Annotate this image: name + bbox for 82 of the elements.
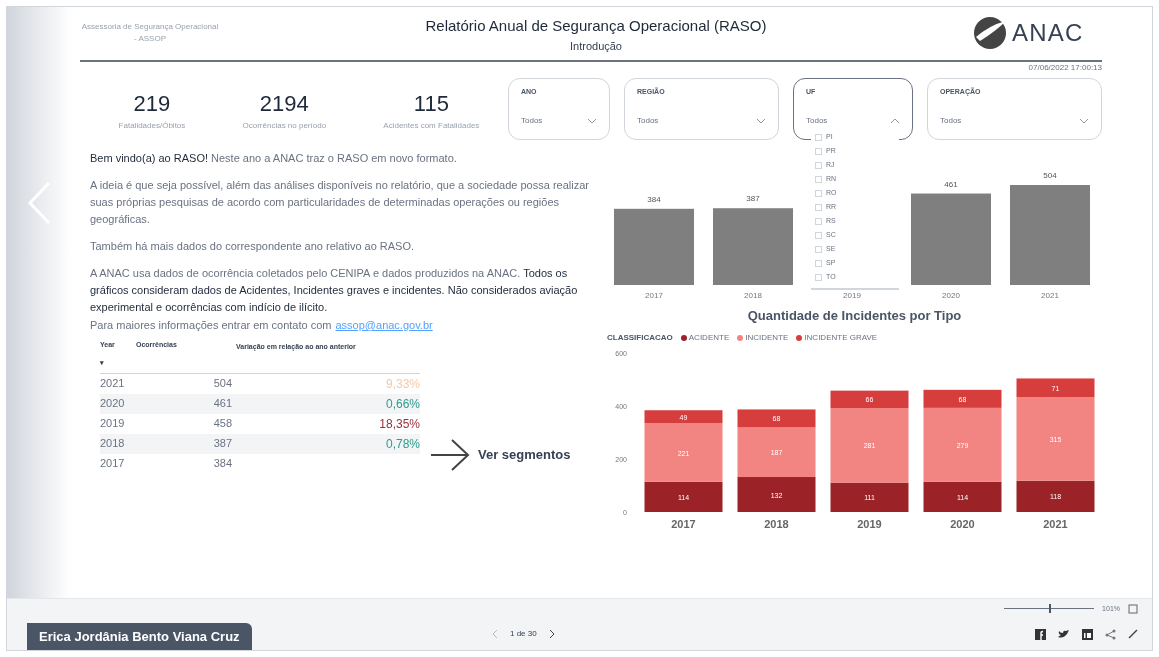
fullscreen-icon[interactable] xyxy=(1128,603,1138,614)
filter-value: Todos xyxy=(521,115,543,127)
chevron-icon xyxy=(1079,118,1089,124)
contact-text: Para maiores informações entrar em contato com xyxy=(90,318,332,333)
kpi-value: 2194 xyxy=(259,89,309,118)
checkbox[interactable] xyxy=(815,245,822,253)
legend-title: CLASSIFICACAO xyxy=(607,331,673,344)
report-subtitle: Introdução xyxy=(570,38,622,54)
report-title: Relatório Anual de Segurança Operacional (RASO) xyxy=(425,16,767,36)
twitter-icon[interactable] xyxy=(1058,629,1070,640)
table-cell-text: 2021 xyxy=(100,376,126,392)
kpi-value: 219 xyxy=(133,89,171,118)
arrow-icon[interactable] xyxy=(430,437,470,472)
table-cell-text: 504 xyxy=(212,376,232,392)
axis-label: 2019 xyxy=(857,517,882,530)
org-name: Assessoria de Segurança Operacional - ASSOP xyxy=(80,21,220,45)
intro-paragraph: Também há mais dados do correspondente ano relativo ao RASO. xyxy=(90,239,416,254)
chevron-icon xyxy=(587,118,597,124)
legend-label: INCIDENTE xyxy=(745,331,789,344)
chevron-icon xyxy=(890,118,900,124)
zoom-slider-thumb[interactable] xyxy=(1049,604,1052,614)
legend-label: ACIDENTE xyxy=(688,331,730,344)
logo-text: ANAC xyxy=(1012,18,1084,48)
share-icon[interactable] xyxy=(1105,628,1116,640)
filter-value: Todos xyxy=(806,115,828,127)
table-cell-text: 2019 xyxy=(100,416,126,432)
axis-label: 2021 xyxy=(1043,517,1068,530)
kpi-label: Fatalidades/Óbitos xyxy=(118,119,186,132)
checkbox[interactable] xyxy=(815,259,822,267)
table-cell-text: 2020 xyxy=(100,396,126,412)
checkbox[interactable] xyxy=(815,161,822,169)
axis-label: 2018 xyxy=(744,291,762,300)
logo-icon xyxy=(972,15,1008,51)
table-cell-text: 384 xyxy=(212,456,232,472)
checkbox[interactable] xyxy=(815,189,822,197)
checkbox[interactable] xyxy=(815,175,822,183)
axis-label: 2021 xyxy=(1041,291,1059,300)
chevron-left-icon[interactable] xyxy=(491,629,498,640)
linkedin-icon[interactable] xyxy=(1082,628,1093,640)
segments-link[interactable]: Ver segmentos xyxy=(478,444,571,465)
page-indicator: 1 de 30 xyxy=(509,628,537,641)
chevron-right-icon[interactable] xyxy=(548,629,555,640)
checkbox[interactable] xyxy=(815,203,822,211)
checkbox[interactable] xyxy=(815,133,822,141)
intro-paragraph: A ideia é que seja possível, além das análises disponíveis no relatório, que a sociedade possa realizar suas próprias pesquisas de acordo com particularidades de determinadas operações ou regiões geográficas. xyxy=(90,178,590,227)
checkbox[interactable] xyxy=(815,147,822,155)
table-cell-text: 9,33% xyxy=(385,375,420,393)
table-cell-text: 2018 xyxy=(100,436,126,452)
user-name: Erica Jordânia Bento Viana Cruz xyxy=(27,622,252,650)
table-cell-text: 387 xyxy=(212,436,232,452)
timestamp: 07/06/2022 17:00:13 xyxy=(1028,62,1102,74)
table-cell-text: 2017 xyxy=(100,456,126,472)
kpi-value: 115 xyxy=(413,89,449,118)
legend-label: INCIDENTE GRAVE xyxy=(804,331,878,344)
table-cell-text: 18,35% xyxy=(379,415,420,433)
bar-label: 504 xyxy=(1043,171,1057,180)
checkbox[interactable] xyxy=(815,231,822,239)
filter-value: Todos xyxy=(637,115,659,127)
chart-title: Quantidade de Incidentes por Tipo xyxy=(746,307,963,325)
axis-label: 2020 xyxy=(950,517,975,530)
facebook-icon[interactable] xyxy=(1035,628,1046,640)
bar-label: 384 xyxy=(647,194,661,204)
bar-label: 387 xyxy=(746,194,760,204)
axis-label: 2017 xyxy=(645,291,663,300)
table-cell-text: 461 xyxy=(212,396,232,412)
axis-label: 2018 xyxy=(764,517,789,530)
intro-paragraph: Bem vindo(a) ao RASO! Neste ano a ANAC traz o RASO em novo formato. xyxy=(90,151,458,166)
kpi-label: Acidentes com Fatalidades xyxy=(383,119,480,132)
checkbox[interactable] xyxy=(815,273,822,281)
axis-label: 2017 xyxy=(671,517,696,530)
table-cell-text: 458 xyxy=(212,416,232,432)
checkbox[interactable] xyxy=(815,217,822,225)
chevron-icon xyxy=(756,118,766,124)
kpi-label: Ocorrências no período xyxy=(242,119,327,132)
axis-label: 2019 xyxy=(843,291,861,300)
table-cell-text: 0,66% xyxy=(385,395,420,413)
bar-label: 461 xyxy=(944,179,958,189)
filter-value: Todos xyxy=(940,115,962,127)
intro-paragraph: A ANAC usa dados de ocorrência coletados pelo CENIPA e dados produzidos na ANAC. Todos os gráficos consideram dados de Acidentes, Incidentes graves e incidentes. Não considerados aviação experimental e ocorrências com indício de ilícito. xyxy=(90,266,579,315)
axis-label: 2020 xyxy=(942,291,960,300)
email-link[interactable]: assop@anac.gov.br xyxy=(335,317,433,334)
table-cell-text: 0,78% xyxy=(385,435,420,453)
